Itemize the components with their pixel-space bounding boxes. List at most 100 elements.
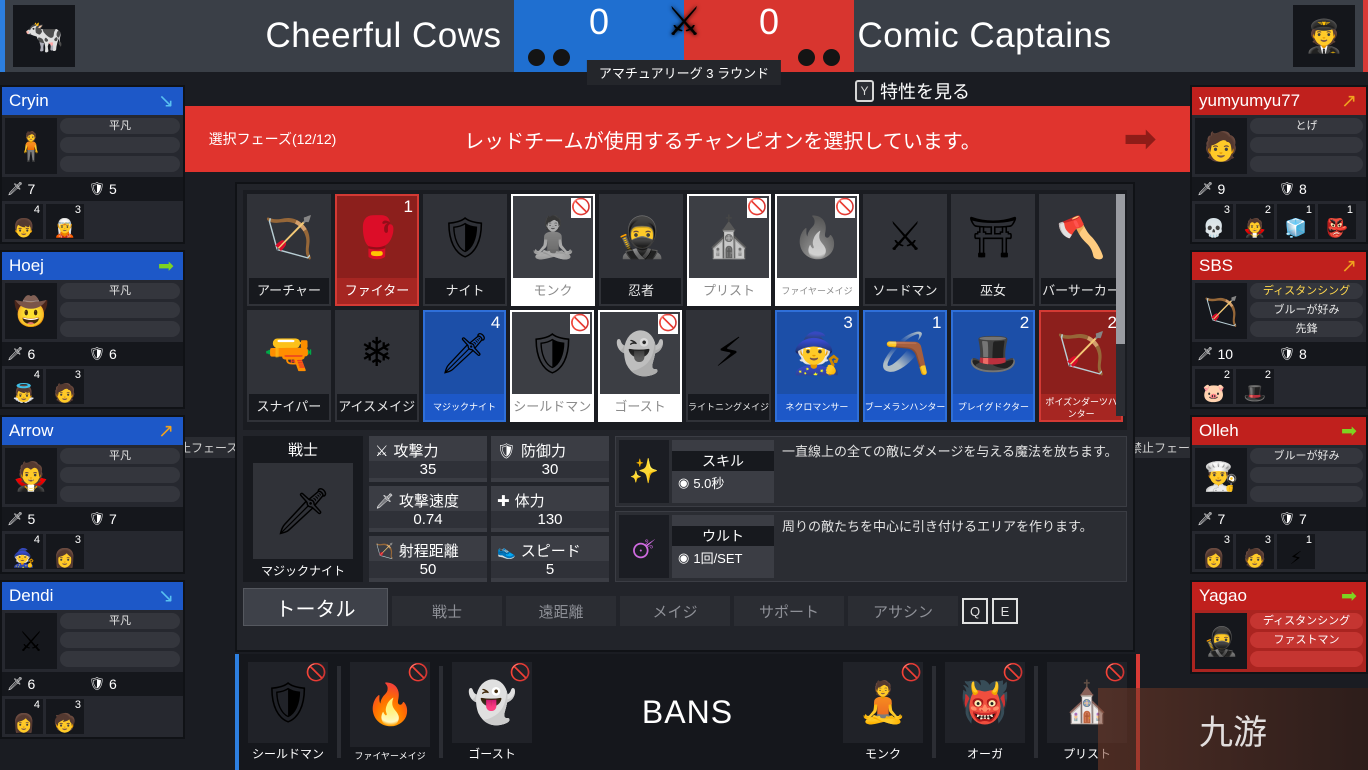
tab-トータル[interactable]: トータル — [243, 588, 388, 626]
champion-cell[interactable]: 🥷 忍者 — [599, 194, 683, 306]
scrollbar-thumb[interactable] — [1116, 194, 1125, 344]
champion-cell[interactable]: 🪓 バーサーカー — [1039, 194, 1123, 306]
ban-slot: 👹 🚫 オーガ — [940, 662, 1030, 762]
player-defense: 7 — [109, 511, 117, 527]
player-card-sbs[interactable]: SBS ↗ 🏹 ディスタンシング ブルーが好み 先鋒 🗡 10 🛡 8 2 🐷 2 🎩 — [1190, 250, 1368, 409]
champion-cell[interactable]: 🔥 🚫 ファイヤーメイジ — [775, 194, 859, 306]
champion-grid: 🏹 アーチャー 🥊 1 ファイター 🛡 ナイト 🧘 🚫 モンク 🥷 忍者 ⛪ 🚫 プリスト… — [243, 190, 1127, 430]
champion-cell[interactable]: 🛡 🚫 シールドマン — [510, 310, 595, 422]
player-attack: 7 — [27, 181, 36, 197]
ban-champion-name: シールドマン — [251, 747, 324, 761]
stat-value: 30 — [491, 461, 609, 478]
champion-cell[interactable]: 🛡 ナイト — [423, 194, 507, 306]
player-unit[interactable]: 4 🧙 — [5, 534, 43, 569]
trait-hint[interactable]: Y 特性を見る — [855, 78, 970, 104]
player-unit[interactable]: 1 👺 — [1318, 204, 1356, 239]
player-unit[interactable]: 4 👦 — [5, 204, 43, 239]
champion-cell[interactable]: ⛩ 巫女 — [951, 194, 1035, 306]
tab-サポート[interactable]: サポート — [734, 596, 844, 626]
player-unit[interactable]: 2 🐷 — [1195, 369, 1233, 404]
champion-cell[interactable]: 🗡 4 マジックナイト — [422, 310, 507, 422]
no-entry-icon: 🚫 — [1002, 663, 1024, 682]
filter-tab-bar: トータル 戦士 遠距離 メイジ サポート アサシン Q E — [243, 588, 1127, 626]
champion-cell[interactable]: 🥊 1 ファイター — [335, 194, 419, 306]
unit-count: 2 — [1223, 369, 1230, 381]
champion-cell[interactable]: 🪃 1 ブーメランハンター — [862, 310, 948, 422]
player-card-dendi[interactable]: Dendi ↘ ⚔ 平凡 🗡 6 🛡 6 4 👩 3 🧒 — [0, 580, 185, 739]
player-name: Cryin — [9, 91, 49, 110]
champion-cell[interactable]: 🔫 スナイパー — [247, 310, 331, 422]
champion-grid-scrollbar[interactable] — [1116, 194, 1125, 416]
tab-アサシン[interactable]: アサシン — [848, 596, 958, 626]
ban-art: 🧘 🚫 — [843, 662, 923, 743]
player-card-yagao[interactable]: Yagao ➡ 🥷 ディスタンシング ファストマン — [1190, 580, 1368, 674]
player-card-yumyumyu77[interactable]: yumyumyu77 ↗ 🧑 とげ 🗡 9 🛡 8 3 💀 2 🧛 1 🧊 1 👺 — [1190, 85, 1368, 244]
unit-count: 2 — [1264, 369, 1271, 381]
champion-cell[interactable]: ⚡ ライトニングメイジ — [685, 310, 771, 422]
tab-遠距離[interactable]: 遠距離 — [506, 596, 616, 626]
ban-slot: 🧘 🚫 モンク — [838, 662, 928, 762]
stat-value: 0.74 — [369, 511, 487, 528]
player-card-body: 👨‍🍳 ブルーが好み — [1192, 445, 1366, 507]
stat-射程距離: 🏹 射程距離 50 — [369, 536, 487, 582]
player-card-arrow[interactable]: Arrow ↗ 🧛 平凡 🗡 5 🛡 7 4 🧙 3 👩 — [0, 415, 185, 574]
champion-cell[interactable]: 🏹 アーチャー — [247, 194, 331, 306]
champion-cell[interactable]: 🏹 2 ポイズンダーツハンター — [1039, 310, 1124, 422]
player-defense: 5 — [109, 181, 117, 197]
stat-value: 130 — [491, 511, 609, 528]
player-card-cryin[interactable]: Cryin ↘ 🧍 平凡 🗡 7 🛡 5 4 👦 3 🧝 — [0, 85, 185, 244]
key-icon-e[interactable]: E — [992, 598, 1018, 624]
player-lane-arrow-icon: ➡ — [158, 255, 174, 277]
player-card-body: 🥷 ディスタンシング ファストマン — [1192, 610, 1366, 672]
tab-戦士[interactable]: 戦士 — [392, 596, 502, 626]
unit-count: 4 — [33, 369, 40, 381]
tab-メイジ[interactable]: メイジ — [620, 596, 730, 626]
champion-art: 🔫 — [263, 331, 314, 376]
player-card-body: ⚔ 平凡 — [2, 610, 183, 672]
ban-slot: 🔥 🚫 ファイヤーメイジ — [345, 662, 435, 762]
player-unit[interactable]: 4 👩 — [5, 699, 43, 734]
ban-separator — [439, 666, 443, 758]
shield-icon: 🛡 — [88, 181, 106, 196]
ban-champion-name: ゴースト — [468, 747, 516, 761]
player-lane-arrow-icon: ↘ — [158, 90, 174, 112]
no-entry-icon: 🚫 — [571, 198, 591, 218]
player-unit[interactable]: 3 🧒 — [46, 699, 84, 734]
player-unit[interactable]: 3 🧑 — [46, 369, 84, 404]
player-unit[interactable]: 1 🧊 — [1277, 204, 1315, 239]
champion-cell[interactable]: 🧘 🚫 モンク — [511, 194, 595, 306]
player-name: Yagao — [1199, 586, 1247, 605]
player-trait — [60, 137, 180, 153]
key-icon-q[interactable]: Q — [962, 598, 988, 624]
skill-description: 周りの敵たちを中心に引き付けるエリアを作ります。 — [782, 519, 1093, 534]
phase-message: レッドチームが使用するチャンピオンを選択しています。 — [464, 130, 981, 153]
champion-art: 🪓 — [1056, 215, 1106, 260]
player-unit[interactable]: 1 ⚡ — [1277, 534, 1315, 569]
player-units: 3 👩 3 🧑 1 ⚡ — [1192, 531, 1366, 572]
champion-name: シールドマン — [512, 394, 593, 420]
player-unit[interactable]: 4 👼 — [5, 369, 43, 404]
player-card-hoej[interactable]: Hoej ➡ 🤠 平凡 🗡 6 🛡 6 4 👼 3 🧑 — [0, 250, 185, 409]
player-defense: 6 — [109, 676, 117, 692]
player-unit[interactable]: 2 🧛 — [1236, 204, 1274, 239]
champion-pick-count: 1 — [403, 197, 413, 216]
no-entry-icon: 🚫 — [657, 314, 678, 334]
player-unit[interactable]: 3 🧑 — [1236, 534, 1274, 569]
player-unit[interactable]: 3 👩 — [46, 534, 84, 569]
player-stats: 🗡 10 🛡 8 — [1192, 342, 1366, 366]
champion-cell[interactable]: 🎩 2 プレイグドクター — [951, 310, 1036, 422]
champion-cell[interactable]: 🧙 3 ネクロマンサー — [774, 310, 859, 422]
player-unit[interactable]: 3 💀 — [1195, 204, 1233, 239]
player-card-olleh[interactable]: Olleh ➡ 👨‍🍳 ブルーが好み 🗡 7 🛡 7 3 👩 3 🧑 1 ⚡ — [1190, 415, 1368, 574]
player-unit[interactable]: 3 👩 — [1195, 534, 1233, 569]
champion-cell[interactable]: ⛪ 🚫 プリスト — [687, 194, 771, 306]
player-trait: ディスタンシング — [1250, 613, 1363, 629]
player-unit[interactable]: 2 🎩 — [1236, 369, 1274, 404]
champion-cell[interactable]: ❄ アイスメイジ — [334, 310, 419, 422]
champion-cell[interactable]: 👻 🚫 ゴースト — [598, 310, 682, 422]
ban-art: 👻 🚫 — [452, 662, 532, 743]
champion-cell[interactable]: ⚔ ソードマン — [863, 194, 947, 306]
player-stats: 🗡 7 🛡 7 — [1192, 507, 1366, 531]
player-unit[interactable]: 3 🧝 — [46, 204, 84, 239]
unit-count: 1 — [1305, 534, 1312, 546]
